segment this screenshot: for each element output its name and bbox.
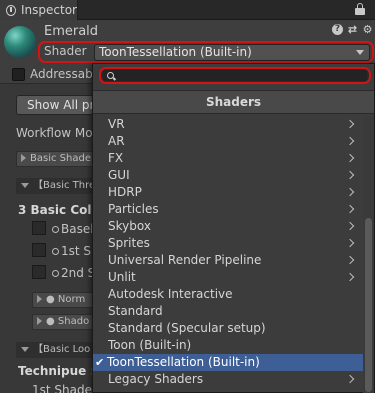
expand-arrow-icon xyxy=(37,295,42,303)
workflow-mode-label: Workflow Mo xyxy=(16,126,93,140)
shader-menu-item[interactable]: Skybox xyxy=(93,218,363,235)
inspector-tab-label: Inspector xyxy=(21,3,77,17)
chevron-down-icon xyxy=(356,50,364,55)
shader-menu-item[interactable]: Sprites xyxy=(93,235,363,252)
chevron-right-icon xyxy=(345,187,355,197)
shader-menu-item-label: Toon (Built-in) xyxy=(108,338,192,352)
radio-icon xyxy=(52,270,59,277)
shader-menu-item-label: FX xyxy=(108,151,124,165)
shader-search-input[interactable] xyxy=(103,70,367,81)
chevron-right-icon xyxy=(345,204,355,214)
inspector-tab[interactable]: Inspector xyxy=(0,0,78,20)
shader-menu-item[interactable]: AR xyxy=(93,133,363,150)
lock-icon[interactable] xyxy=(355,3,365,16)
shader-menu-item[interactable]: Particles xyxy=(93,201,363,218)
basic-three-colors-foldout[interactable]: 【Basic Thre xyxy=(16,178,96,194)
info-icon xyxy=(6,4,17,16)
foldout-label: Basic Shade xyxy=(30,153,91,164)
shader-menu-item[interactable]: Toon (Built-in) xyxy=(93,337,363,354)
base-color-row: Basel xyxy=(52,222,94,236)
expand-arrow-icon xyxy=(37,317,42,325)
chevron-right-icon xyxy=(345,238,355,248)
shader-menu-item[interactable]: Universal Render Pipeline xyxy=(93,252,363,269)
shader-menu-item-label: Particles xyxy=(108,202,159,216)
shader-menu-item[interactable]: GUI xyxy=(93,167,363,184)
foldout-label: Norm xyxy=(57,294,86,305)
shader-dropdown[interactable]: ToonTessellation (Built-in) xyxy=(94,44,370,61)
shader-dropdown-value: ToonTessellation (Built-in) xyxy=(99,45,252,59)
shader-menu-item-label: AR xyxy=(108,134,125,148)
base-map-swatch[interactable] xyxy=(32,221,46,235)
shader-select-popup: Shaders VR AR FX GUI HDRP Particles Skybox Spri… xyxy=(92,63,375,393)
shader-menu-item[interactable]: ✔ ToonTessellation (Built-in) xyxy=(93,354,363,371)
inspector-tab-bar: Inspector xyxy=(0,0,375,20)
shader-menu-item-label: Standard (Specular setup) xyxy=(108,321,266,335)
popup-scrollbar[interactable] xyxy=(363,116,374,393)
shadow-control-foldout[interactable]: ● Shado xyxy=(32,314,96,330)
second-shade-swatch[interactable] xyxy=(32,265,46,279)
help-icon[interactable]: ? xyxy=(332,24,343,35)
base-color-label: Basel xyxy=(61,222,94,236)
material-preview-sphere xyxy=(4,26,36,58)
shader-menu-item[interactable]: HDRP xyxy=(93,184,363,201)
foldout-label: 【Basic Loo xyxy=(33,344,91,355)
shader-menu-item[interactable]: FX xyxy=(93,150,363,167)
preset-icon[interactable]: ⇄ xyxy=(347,24,358,35)
shader-menu-item-label: Legacy Shaders xyxy=(108,372,204,386)
second-shade-label: 2nd S xyxy=(61,266,96,280)
shader-menu-item[interactable]: VR xyxy=(93,116,363,133)
search-highlight xyxy=(99,67,371,84)
second-shade-row: 2nd S xyxy=(52,266,95,280)
basic-shader-settings-foldout[interactable]: Basic Shade xyxy=(16,151,96,167)
material-name: Emerald xyxy=(44,24,99,39)
collapse-arrow-icon xyxy=(21,346,29,352)
shader-list: VR AR FX GUI HDRP Particles Skybox Sprites Unive… xyxy=(93,116,363,393)
shader-menu-item-label: VR xyxy=(108,117,125,131)
chevron-right-icon xyxy=(345,119,355,129)
shader-menu-item-label: ToonTessellation (Built-in) xyxy=(107,355,260,369)
collapse-arrow-icon xyxy=(21,182,29,188)
shader-menu-item[interactable]: Standard (Specular setup) xyxy=(93,320,363,337)
addressable-checkbox[interactable] xyxy=(12,68,25,81)
first-shade-swatch[interactable] xyxy=(32,243,46,257)
settings-gear-icon[interactable]: ⚙ xyxy=(362,24,373,35)
popup-title: Shaders xyxy=(93,90,374,114)
expand-arrow-icon xyxy=(21,154,26,162)
shader-menu-item-label: Standard xyxy=(108,304,163,318)
chevron-right-icon xyxy=(345,170,355,180)
shader-menu-item[interactable]: Standard xyxy=(93,303,363,320)
scrollbar-thumb[interactable] xyxy=(365,218,372,392)
shader-row-highlight: Shader ToonTessellation (Built-in) xyxy=(38,41,374,63)
shader-menu-item-label: Sprites xyxy=(108,236,150,250)
first-shader-label: 1st Shader xyxy=(32,383,97,393)
shader-menu-item-label: Universal Render Pipeline xyxy=(108,253,262,267)
shader-menu-item-label: GUI xyxy=(108,168,130,182)
chevron-right-icon xyxy=(345,374,355,384)
shader-menu-item[interactable]: Autodesk Interactive xyxy=(93,286,363,303)
shader-label: Shader xyxy=(44,44,87,58)
radio-icon xyxy=(52,248,59,255)
foldout-label: Shado xyxy=(57,316,90,327)
radio-icon xyxy=(52,226,59,233)
shader-menu-item-label: Skybox xyxy=(108,219,151,233)
chevron-right-icon xyxy=(345,272,355,282)
chevron-right-icon xyxy=(345,221,355,231)
shader-menu-item-label: HDRP xyxy=(108,185,142,199)
chevron-right-icon xyxy=(345,136,355,146)
foldout-label: 【Basic Thre xyxy=(33,180,96,191)
header-icons: ? ⇄ ⚙ xyxy=(332,24,373,35)
search-icon xyxy=(107,72,114,79)
checkmark-icon: ✔ xyxy=(95,356,105,369)
shader-menu-item[interactable]: Unlit xyxy=(93,269,363,286)
shader-menu-item-label: Unlit xyxy=(108,270,136,284)
chevron-right-icon xyxy=(345,255,355,265)
shader-menu-item[interactable]: Legacy Shaders xyxy=(93,371,363,388)
normal-map-foldout[interactable]: ● Norm xyxy=(32,292,96,308)
shader-menu-item-label: Autodesk Interactive xyxy=(108,287,233,301)
chevron-right-icon xyxy=(345,153,355,163)
basic-lookdev-foldout[interactable]: 【Basic Loo xyxy=(16,342,96,358)
